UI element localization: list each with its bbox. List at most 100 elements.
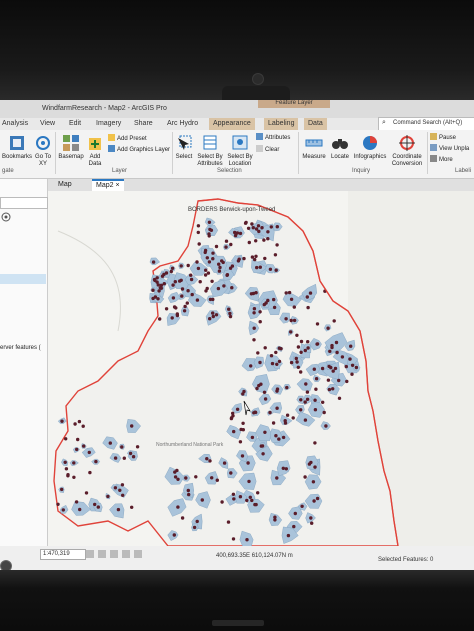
windfarm-point[interactable] [289, 318, 293, 323]
windfarm-point[interactable] [291, 416, 295, 420]
windfarm-point[interactable] [173, 280, 177, 284]
windfarm-point[interactable] [106, 494, 110, 499]
windfarm-point[interactable] [66, 473, 70, 477]
windfarm-point[interactable] [157, 289, 161, 293]
windfarm-point[interactable] [258, 360, 262, 365]
windfarm-point[interactable] [305, 295, 309, 299]
windfarm-point[interactable] [186, 488, 190, 493]
windfarm-point[interactable] [238, 440, 243, 444]
windfarm-point[interactable] [252, 338, 256, 342]
map-tools-icons[interactable] [86, 549, 146, 559]
windfarm-point[interactable] [195, 519, 199, 524]
windfarm-point[interactable] [240, 454, 245, 458]
windfarm-point[interactable] [250, 498, 254, 503]
tab-appearance[interactable]: Appearance [209, 118, 255, 130]
windfarm-point[interactable] [289, 360, 294, 365]
windfarm-point[interactable] [263, 397, 268, 401]
windfarm-point[interactable] [203, 250, 207, 255]
windfarm-point[interactable] [254, 227, 259, 231]
windfarm-point[interactable] [228, 311, 232, 316]
windfarm-point[interactable] [263, 346, 267, 350]
windfarm-point[interactable] [206, 271, 211, 275]
windfarm-point[interactable] [314, 387, 318, 391]
windfarm-point[interactable] [236, 259, 241, 263]
windfarm-point[interactable] [292, 524, 296, 529]
windfarm-point[interactable] [231, 492, 236, 496]
windfarm-point[interactable] [350, 372, 354, 376]
windfarm-point[interactable] [320, 366, 325, 371]
windfarm-point[interactable] [337, 378, 341, 383]
windfarm-point[interactable] [205, 256, 209, 260]
windfarm-point[interactable] [287, 290, 292, 295]
windfarm-point[interactable] [64, 437, 68, 441]
tab-data[interactable]: Data [304, 118, 327, 130]
windfarm-point[interactable] [190, 292, 194, 297]
bookmarks-button[interactable]: Bookmarks [2, 134, 32, 161]
windfarm-point[interactable] [78, 507, 82, 512]
windfarm-point[interactable] [277, 437, 281, 441]
select-button[interactable]: Select [174, 134, 194, 161]
windfarm-point[interactable] [266, 237, 270, 241]
windfarm-point[interactable] [285, 413, 290, 417]
windfarm-point[interactable] [93, 502, 97, 507]
windfarm-point[interactable] [324, 424, 328, 428]
windfarm-point[interactable] [252, 311, 256, 315]
select-by-attributes-button[interactable]: Select By Attributes [195, 134, 225, 168]
windfarm-point[interactable] [313, 398, 317, 402]
windfarm-point[interactable] [250, 222, 254, 226]
selected-layer-row[interactable] [0, 274, 46, 284]
tab-labeling[interactable]: Labeling [264, 118, 299, 130]
windfarm-point[interactable] [299, 408, 303, 412]
tab-share[interactable]: Share [134, 120, 153, 127]
windfarm-point[interactable] [162, 282, 166, 286]
tab-arc-hydro[interactable]: Arc Hydro [167, 120, 198, 127]
windfarm-point[interactable] [331, 387, 335, 391]
windfarm-point[interactable] [205, 457, 209, 461]
windfarm-point[interactable] [333, 366, 338, 371]
windfarm-point[interactable] [312, 367, 316, 371]
clear-selection-button[interactable]: Clear [256, 145, 279, 153]
windfarm-point[interactable] [249, 364, 253, 368]
windfarm-point[interactable] [156, 283, 160, 287]
windfarm-point[interactable] [330, 343, 334, 348]
windfarm-point[interactable] [321, 400, 325, 404]
windfarm-point[interactable] [326, 326, 330, 330]
windfarm-point[interactable] [296, 345, 301, 349]
windfarm-point[interactable] [246, 226, 251, 230]
windfarm-point[interactable] [337, 396, 342, 400]
windfarm-point[interactable] [180, 287, 185, 291]
windfarm-point[interactable] [116, 507, 121, 512]
windfarm-point[interactable] [304, 382, 308, 386]
windfarm-point[interactable] [271, 421, 276, 425]
windfarm-point[interactable] [192, 525, 197, 530]
tab-imagery[interactable]: Imagery [96, 120, 121, 127]
windfarm-point[interactable] [204, 268, 208, 272]
windfarm-point[interactable] [113, 456, 118, 460]
windfarm-point[interactable] [171, 296, 176, 300]
windfarm-point[interactable] [299, 350, 303, 354]
windfarm-point[interactable] [299, 370, 303, 374]
windfarm-point[interactable] [289, 297, 294, 301]
windfarm-point[interactable] [327, 387, 332, 392]
windfarm-point[interactable] [230, 286, 234, 290]
windfarm-point[interactable] [87, 450, 91, 455]
windfarm-point[interactable] [60, 487, 64, 492]
windfarm-point[interactable] [242, 256, 246, 261]
windfarm-point[interactable] [269, 225, 273, 229]
windfarm-point[interactable] [300, 504, 304, 508]
windfarm-point[interactable] [253, 257, 257, 262]
windfarm-point[interactable] [307, 462, 312, 466]
windfarm-point[interactable] [349, 344, 353, 348]
goto-xy-button[interactable]: Go To XY [34, 134, 52, 168]
windfarm-point[interactable] [214, 244, 219, 249]
windfarm-point[interactable] [183, 304, 187, 309]
windfarm-point[interactable] [82, 444, 86, 448]
windfarm-point[interactable] [239, 427, 243, 432]
windfarm-point[interactable] [173, 475, 178, 479]
windfarm-point[interactable] [250, 435, 255, 440]
infographics-button[interactable]: Infographics [352, 134, 388, 161]
windfarm-point[interactable] [222, 284, 226, 288]
more-labeling-button[interactable]: More [430, 155, 453, 163]
coordinate-conversion-button[interactable]: Coordinate Conversion [389, 134, 425, 168]
windfarm-point[interactable] [77, 419, 82, 424]
